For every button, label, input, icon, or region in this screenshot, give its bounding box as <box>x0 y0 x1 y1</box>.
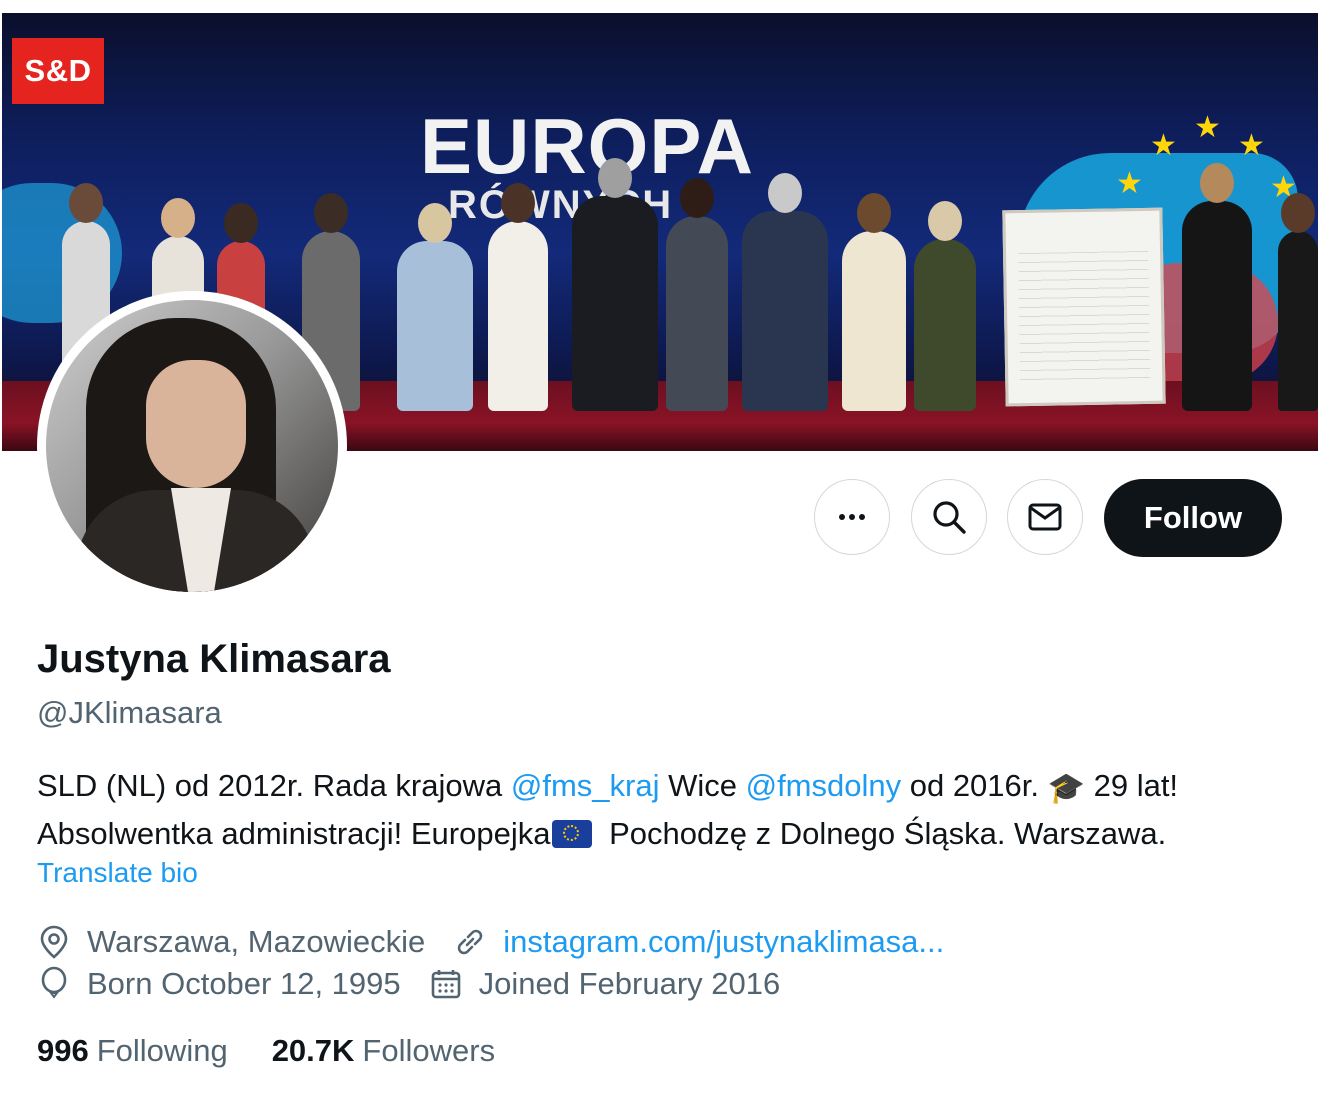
profile-avatar[interactable] <box>37 291 347 601</box>
link-icon <box>457 929 483 955</box>
bio-text: SLD (NL) od 2012r. Rada krajowa <box>37 768 511 803</box>
follow-stats: 996 Following 20.7K Followers <box>37 1033 539 1069</box>
banner-person <box>572 158 658 411</box>
bio-text: 29 lat! <box>1084 768 1179 803</box>
following-count: 996 <box>37 1033 89 1068</box>
follow-button[interactable]: Follow <box>1104 479 1282 557</box>
followers-count: 20.7K <box>271 1033 355 1068</box>
banner-person <box>1182 163 1252 411</box>
following-link[interactable]: 996 Following <box>37 1033 228 1069</box>
banner-person <box>842 193 906 411</box>
star-icon: ★ <box>1150 129 1177 162</box>
location-text: Warszawa, Mazowieckie <box>87 924 426 959</box>
location-item: Warszawa, Mazowieckie <box>37 924 425 960</box>
followers-link[interactable]: 20.7K Followers <box>272 1033 495 1069</box>
followers-label: Followers <box>362 1033 496 1068</box>
joined-text: Joined February 2016 <box>478 966 781 1001</box>
website-item: instagram.com/justynaklimasa... <box>453 924 944 960</box>
user-handle: @JKlimasara <box>37 695 222 730</box>
profile-meta-row: Warszawa, Mazowieckie instagram.com/just… <box>37 924 972 960</box>
banner-person <box>914 201 976 411</box>
mail-icon <box>1028 503 1062 531</box>
graduation-cap-icon: 🎓 <box>1047 772 1085 805</box>
birth-item: Born October 12, 1995 <box>37 966 401 1002</box>
display-name: Justyna Klimasara <box>37 637 391 681</box>
more-icon <box>839 514 865 520</box>
message-button[interactable] <box>1007 479 1083 555</box>
bio-text: Pochodzę z Dolnego Śląska. Warszawa. <box>600 816 1167 851</box>
location-pin-icon <box>40 925 68 959</box>
star-icon: ★ <box>1116 167 1143 200</box>
bio-text: od 2016r. <box>901 768 1048 803</box>
profile-meta-row: Born October 12, 1995 Joined February 20… <box>37 966 808 1002</box>
search-icon <box>933 501 966 534</box>
mention-link[interactable]: @fms_kraj <box>511 768 660 803</box>
star-icon: ★ <box>1194 111 1221 144</box>
search-button[interactable] <box>911 479 987 555</box>
banner-logo: S&D <box>12 38 104 104</box>
banner-person <box>488 183 548 411</box>
translate-bio-link[interactable]: Translate bio <box>37 857 198 889</box>
banner-easel-board <box>1002 207 1166 407</box>
top-strip <box>0 0 1322 13</box>
balloon-icon <box>41 966 67 999</box>
bio-text: Wice <box>659 768 746 803</box>
mention-link[interactable]: @fmsdolny <box>746 768 902 803</box>
avatar-photo <box>46 300 338 592</box>
eu-flag-icon <box>552 820 593 848</box>
banner-title: EUROPA <box>420 102 754 190</box>
birth-text: Born October 12, 1995 <box>87 966 401 1001</box>
banner-person <box>397 203 473 411</box>
banner-person <box>1278 193 1318 411</box>
website-link[interactable]: instagram.com/justynaklimasa... <box>503 924 944 960</box>
star-icon: ★ <box>1238 129 1265 162</box>
following-label: Following <box>96 1033 228 1068</box>
banner-person <box>666 178 728 411</box>
profile-bio: SLD (NL) od 2012r. Rada krajowa @fms_kra… <box>37 763 1297 856</box>
joined-item: Joined February 2016 <box>429 966 781 1002</box>
more-button[interactable] <box>814 479 890 555</box>
banner-person <box>742 173 828 411</box>
calendar-icon <box>431 970 460 999</box>
bio-text: Absolwentka administracji! Europejka <box>37 816 551 851</box>
